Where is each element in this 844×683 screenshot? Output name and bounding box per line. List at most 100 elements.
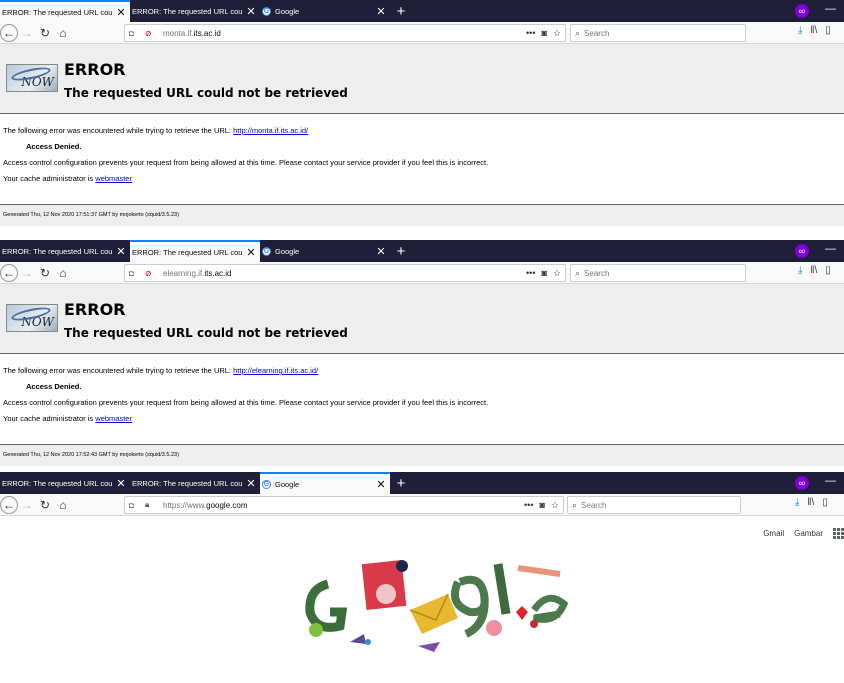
tab-error-1[interactable]: ERROR: The requested URL could n ✕ (0, 240, 130, 262)
search-field[interactable]: ⌕ Search (570, 264, 746, 282)
back-button[interactable]: ← (0, 23, 18, 42)
url-text[interactable]: elearning.if.its.ac.id (163, 269, 231, 278)
generated-footer: Generated Thu, 12 Nov 2020 17:51:37 GMT … (0, 204, 844, 226)
library-icon[interactable]: ‖\ (810, 265, 817, 276)
download-icon[interactable]: ⤓ (798, 265, 802, 276)
home-button[interactable]: ⌂ (54, 24, 72, 42)
new-tab-button[interactable]: + (390, 240, 412, 262)
close-icon[interactable]: ✕ (376, 245, 386, 258)
tab-error-1[interactable]: ERROR: The requested URL could n ✕ (0, 472, 130, 494)
library-icon[interactable]: ‖\ (807, 497, 814, 508)
url-text[interactable]: https://www.google.com (163, 501, 247, 510)
close-icon[interactable]: ✕ (376, 5, 386, 18)
tab-bar: ERROR: The requested URL could n ✕ ERROR:… (0, 0, 844, 22)
images-link[interactable]: Gambar (794, 529, 823, 538)
reload-button[interactable]: ↻ (36, 264, 54, 282)
search-field[interactable]: ⌕ Search (567, 496, 741, 514)
access-denied-text: Access Denied. (26, 382, 82, 391)
download-icon[interactable]: ⤓ (798, 25, 802, 36)
bookmark-star-icon[interactable]: ☆ (551, 500, 559, 511)
nav-bar: ← → ↻ ⌂ ◘ ⊘ elearning.if.its.ac.id ••• ◙ ☆… (0, 262, 844, 284)
close-icon[interactable]: ✕ (246, 477, 256, 490)
new-tab-button[interactable]: + (390, 0, 412, 22)
page-actions-icon[interactable]: ••• (526, 268, 535, 279)
google-favicon-icon: G (262, 246, 271, 256)
forward-button[interactable]: → (18, 496, 36, 514)
tab-label: Google (275, 6, 300, 16)
close-icon[interactable]: ✕ (116, 245, 126, 258)
google-doodle[interactable] (298, 554, 588, 664)
requested-url-link[interactable]: http://elearning.if.its.ac.id/ (233, 366, 318, 375)
reload-button[interactable]: ↻ (36, 496, 54, 514)
error-header: NOW ERROR The requested URL could not be… (0, 44, 844, 114)
browser-window-2: ERROR: The requested URL could n ✕ ERROR:… (0, 240, 844, 468)
search-field[interactable]: ⌕ Search (570, 24, 746, 42)
tab-google[interactable]: G Google ✕ (260, 240, 390, 262)
private-browsing-icon: ∞ (795, 4, 809, 18)
sidebar-icon[interactable]: ▯ (825, 25, 831, 36)
close-icon[interactable]: ✕ (116, 6, 126, 19)
error-subtitle: The requested URL could not be retrieved (64, 86, 348, 100)
error-subtitle: The requested URL could not be retrieved (64, 326, 348, 340)
close-icon[interactable]: ✕ (376, 478, 386, 491)
back-button[interactable]: ← (0, 495, 18, 514)
webmaster-link[interactable]: webmaster (95, 414, 132, 423)
insecure-lock-icon[interactable]: ⊘ (145, 269, 157, 278)
home-button[interactable]: ⌂ (54, 264, 72, 282)
page-actions-icon[interactable]: ••• (524, 500, 533, 511)
access-denied-text: Access Denied. (26, 142, 82, 151)
url-bar[interactable]: ◘ ⊘ monta.if.its.ac.id ••• ◙ ☆ (124, 24, 566, 42)
insecure-lock-icon[interactable]: ⊘ (145, 29, 157, 38)
gmail-link[interactable]: Gmail (763, 529, 784, 538)
tab-error-2[interactable]: ERROR: The requested URL could n ✕ (130, 0, 260, 22)
shield-icon[interactable]: ◘ (129, 29, 141, 38)
forward-button[interactable]: → (18, 264, 36, 282)
nav-bar: ← → ↻ ⌂ ◘ ⊘ monta.if.its.ac.id ••• ◙ ☆ ⌕ Se… (0, 22, 844, 44)
shield-icon[interactable]: ◘ (129, 269, 141, 278)
reload-button[interactable]: ↻ (36, 24, 54, 42)
lock-icon[interactable]: 🔒︎ (145, 500, 157, 510)
close-icon[interactable]: ✕ (246, 246, 256, 259)
tab-error-1[interactable]: ERROR: The requested URL could n ✕ (0, 0, 130, 22)
search-icon: ⌕ (575, 27, 581, 38)
webmaster-link[interactable]: webmaster (95, 174, 132, 183)
minimize-button[interactable]: — (825, 3, 836, 15)
tab-label: ERROR: The requested URL could n (2, 7, 112, 17)
bookmark-star-icon[interactable]: ☆ (553, 28, 561, 39)
close-icon[interactable]: ✕ (246, 5, 256, 18)
tab-bar: ERROR: The requested URL could n ✕ ERROR:… (0, 472, 844, 494)
pocket-icon[interactable]: ◙ (539, 500, 544, 511)
requested-url-link[interactable]: http://monta.if.its.ac.id/ (233, 126, 308, 135)
sidebar-icon[interactable]: ▯ (825, 265, 831, 276)
download-icon[interactable]: ⤓ (795, 497, 799, 508)
url-bar[interactable]: ◘ ⊘ elearning.if.its.ac.id ••• ◙ ☆ (124, 264, 566, 282)
bookmark-star-icon[interactable]: ☆ (553, 268, 561, 279)
close-icon[interactable]: ✕ (116, 477, 126, 490)
new-tab-button[interactable]: + (390, 472, 412, 494)
error-header: NOW ERROR The requested URL could not be… (0, 284, 844, 354)
explanation-text: Access control configuration prevents yo… (3, 158, 489, 167)
page-actions-icon[interactable]: ••• (526, 28, 535, 39)
minimize-button[interactable]: — (825, 475, 836, 487)
home-button[interactable]: ⌂ (54, 496, 72, 514)
url-bar[interactable]: ◘ 🔒︎ https://www.google.com ••• ◙ ☆ (124, 496, 564, 514)
pocket-icon[interactable]: ◙ (541, 268, 546, 279)
back-button[interactable]: ← (0, 263, 18, 282)
minimize-button[interactable]: — (825, 243, 836, 255)
apps-grid-icon[interactable] (833, 528, 844, 539)
tab-error-2[interactable]: ERROR: The requested URL could n ✕ (130, 240, 260, 262)
tab-google[interactable]: G Google ✕ (260, 472, 390, 494)
pocket-icon[interactable]: ◙ (541, 28, 546, 39)
tab-label: ERROR: The requested URL could n (132, 6, 242, 16)
shield-icon[interactable]: ◘ (129, 501, 141, 510)
url-text[interactable]: monta.if.its.ac.id (163, 29, 221, 38)
tab-label: Google (275, 246, 300, 256)
squid-logo: NOW (6, 304, 58, 332)
library-icon[interactable]: ‖\ (810, 25, 817, 36)
forward-button[interactable]: → (18, 24, 36, 42)
tab-google[interactable]: G Google ✕ (260, 0, 390, 22)
sidebar-icon[interactable]: ▯ (822, 497, 828, 508)
tab-label: Google (275, 479, 300, 489)
error-title: ERROR (64, 60, 126, 79)
tab-error-2[interactable]: ERROR: The requested URL could n ✕ (130, 472, 260, 494)
